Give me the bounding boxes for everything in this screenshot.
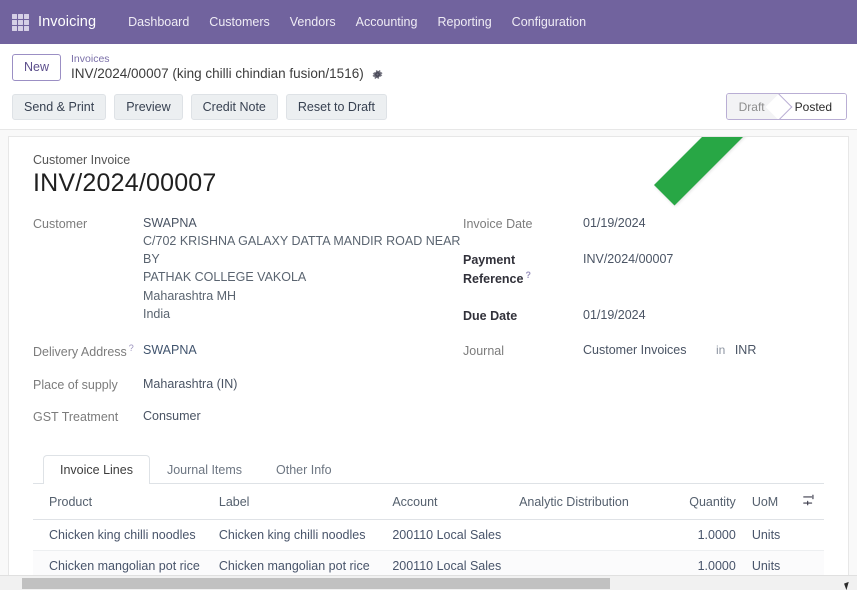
field-journal: Journal Customer Invoices in INR [463,341,824,360]
column-header-analytic-distribution[interactable]: Analytic Distribution [511,484,673,521]
breadcrumb-item-invoices[interactable]: Invoices [71,53,384,65]
customer-address-line-2: PATHAK COLLEGE VAKOLA [143,270,307,285]
field-customer-value[interactable]: SWAPNA C/702 KRISHNA GALAXY DATTA MANDIR… [143,214,463,323]
preview-button[interactable]: Preview [114,94,183,120]
field-gst-treatment-value[interactable]: Consumer [143,407,201,425]
customer-address-line-1: C/702 KRISHNA GALAXY DATTA MANDIR ROAD N… [143,234,461,267]
column-header-product[interactable]: Product [33,484,211,521]
nav-item-accounting[interactable]: Accounting [346,9,428,35]
field-customer: Customer SWAPNA C/702 KRISHNA GALAXY DAT… [33,214,463,323]
form-sheet-background: PAID Customer Invoice INV/2024/00007 Cus… [0,129,857,590]
nav-item-dashboard[interactable]: Dashboard [118,9,199,35]
payment-reference-help-icon[interactable]: ? [525,270,531,280]
field-place-of-supply-label: Place of supply [33,378,118,393]
field-due-date: Due Date 01/19/2024 [463,306,824,325]
journal-name[interactable]: Customer Invoices [583,343,687,357]
breadcrumb-current-record: INV/2024/00007 (king chilli chindian fus… [71,66,364,82]
field-delivery-address-value[interactable]: SWAPNA [143,341,197,359]
send-and-print-button[interactable]: Send & Print [12,94,107,120]
field-invoice-date: Invoice Date 01/19/2024 [463,214,824,233]
field-payment-reference-value[interactable]: INV/2024/00007 [583,250,673,268]
column-header-quantity[interactable]: Quantity [672,484,744,521]
cell-analytic-distribution[interactable] [511,519,673,552]
sliders-icon[interactable] [802,493,816,510]
form-left-column: Customer SWAPNA C/702 KRISHNA GALAXY DAT… [33,214,463,437]
field-place-of-supply-value[interactable]: Maharashtra (IN) [143,375,237,393]
field-invoice-date-label: Invoice Date [463,217,533,231]
optional-columns-dropdown[interactable] [793,484,824,521]
gear-icon[interactable] [371,68,384,81]
customer-address-line-4: India [143,306,171,321]
status-bar: Draft Posted [725,93,847,120]
nav-item-configuration[interactable]: Configuration [502,9,596,35]
table-row[interactable]: Chicken king chilli noodles Chicken king… [33,519,824,552]
nav-item-customers[interactable]: Customers [199,9,279,35]
column-header-uom[interactable]: UoM [743,484,794,521]
journal-in-word: in [716,342,726,357]
delivery-address-help-icon[interactable]: ? [129,343,134,353]
field-gst-treatment-label: GST Treatment [33,410,119,425]
form-right-column: Invoice Date 01/19/2024 Payment Referenc… [463,214,824,437]
document-type-label: Customer Invoice [33,153,131,167]
field-customer-label: Customer [33,217,88,231]
cell-product[interactable]: Chicken king chilli noodles [33,519,211,552]
customer-name[interactable]: SWAPNA [143,216,197,230]
customer-address-line-3: Maharashtra MH [143,288,237,303]
column-header-label[interactable]: Label [210,484,385,521]
scrollbar-left-corner [0,576,22,590]
horizontal-scrollbar[interactable] [0,575,857,590]
horizontal-scrollbar-thumb[interactable] [22,577,610,589]
field-delivery-address: Delivery Address? SWAPNA [33,341,463,361]
cell-quantity[interactable]: 1.0000 [672,519,744,552]
tab-other-info[interactable]: Other Info [259,455,349,484]
field-payment-reference-label: Payment Reference? [463,253,531,287]
control-panel-breadcrumb-row: New Invoices INV/2024/00007 (king chilli… [0,44,857,89]
field-place-of-supply: Place of supply Maharashtra (IN) [33,375,463,394]
credit-note-button[interactable]: Credit Note [190,94,278,120]
field-due-date-value[interactable]: 01/19/2024 [583,306,646,324]
field-journal-label: Journal [463,343,504,358]
journal-currency[interactable]: INR [735,343,757,357]
top-navbar: Invoicing Dashboard Customers Vendors Ac… [0,0,857,44]
nav-item-reporting[interactable]: Reporting [427,9,501,35]
column-header-account[interactable]: Account [384,484,512,521]
cell-label[interactable]: Chicken king chilli noodles [210,519,385,552]
reset-to-draft-button[interactable]: Reset to Draft [285,94,388,120]
nav-item-vendors[interactable]: Vendors [280,9,346,35]
app-brand-invoicing[interactable]: Invoicing [38,14,96,30]
cell-uom[interactable]: Units [743,519,794,552]
field-gst-treatment: GST Treatment Consumer [33,407,463,426]
field-journal-value[interactable]: Customer Invoices in INR [583,341,756,359]
new-record-button[interactable]: New [12,54,62,81]
control-panel-actions-row: Send & Print Preview Credit Note Reset t… [0,89,857,129]
field-delivery-address-label: Delivery Address? [33,342,134,359]
tab-journal-items[interactable]: Journal Items [150,455,259,484]
status-posted[interactable]: Posted [778,94,846,119]
field-invoice-date-value[interactable]: 01/19/2024 [583,214,646,232]
breadcrumb: Invoices INV/2024/00007 (king chilli chi… [71,53,384,82]
table-header-row: Product Label Account Analytic Distribut… [33,484,824,521]
cell-account[interactable]: 200110 Local Sales [384,519,512,552]
cell-row-actions [793,519,824,552]
notebook-tabs: Invoice Lines Journal Items Other Info [33,455,824,485]
notebook: Invoice Lines Journal Items Other Info P… [33,455,824,590]
field-due-date-label: Due Date [463,308,518,323]
field-payment-reference: Payment Reference? INV/2024/00007 [463,250,824,288]
apps-grid-icon[interactable] [12,13,29,31]
invoice-form-sheet: PAID Customer Invoice INV/2024/00007 Cus… [8,136,849,590]
page-title: INV/2024/00007 [33,169,217,197]
form-fields-grid: Customer SWAPNA C/702 KRISHNA GALAXY DAT… [33,214,824,437]
mouse-cursor [844,580,854,590]
tab-invoice-lines[interactable]: Invoice Lines [43,455,150,485]
